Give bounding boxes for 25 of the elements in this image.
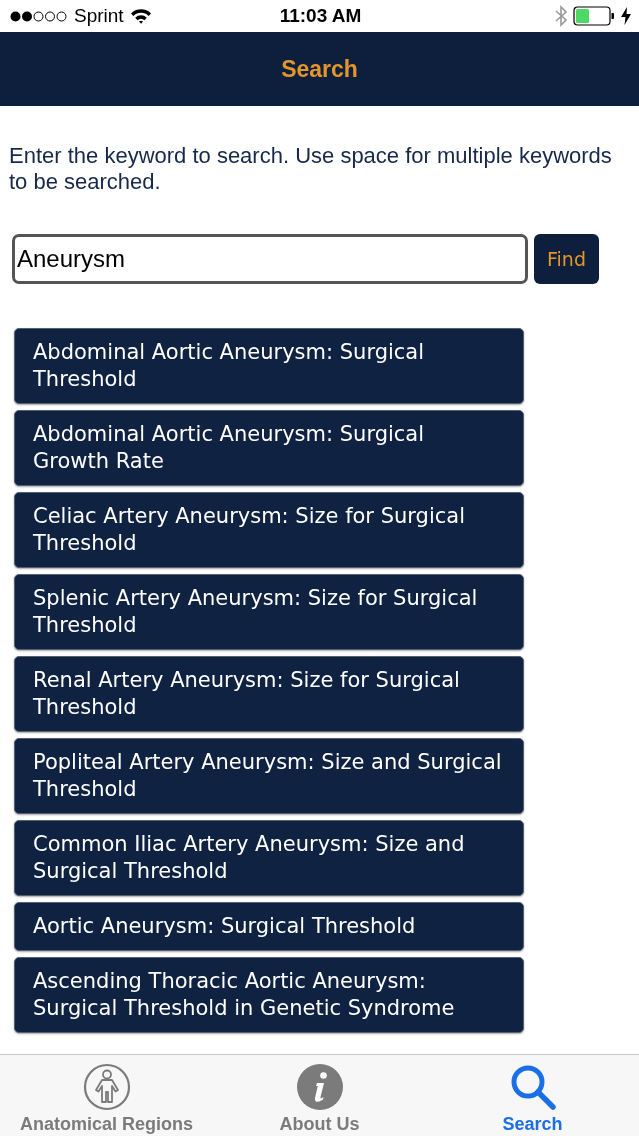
find-button[interactable]: Find <box>534 234 599 284</box>
result-item[interactable]: Ascending Thoracic Aortic Aneurysm: Surgical Threshold in Genetic Syndrome <box>14 957 524 1033</box>
result-item[interactable]: Abdominal Aortic Aneurysm: Surgical Threshold <box>14 328 524 404</box>
result-item[interactable]: Splenic Artery Aneurysm: Size for Surgical Threshold <box>14 574 524 650</box>
result-item[interactable]: Popliteal Artery Aneurysm: Size and Surgical Threshold <box>14 738 524 814</box>
tab[interactable]: Anatomical Regions <box>0 1055 213 1136</box>
search-field[interactable]: Aneurysm <box>12 234 528 284</box>
tab[interactable]: Search <box>426 1055 639 1136</box>
wifi-icon <box>129 8 152 24</box>
result-item[interactable]: Renal Artery Aneurysm: Size for Surgical Threshold <box>14 656 524 732</box>
charging-bolt-icon <box>621 7 631 25</box>
result-item[interactable]: Aortic Aneurysm: Surgical Threshold <box>14 902 524 951</box>
status-time: 11:03 AM <box>279 3 362 28</box>
result-item[interactable]: Abdominal Aortic Aneurysm: Surgical Growth Rate <box>14 410 524 486</box>
battery-icon <box>573 6 615 26</box>
tab[interactable]: About Us <box>213 1055 426 1136</box>
result-item[interactable]: Common Iliac Artery Aneurysm: Size and Surgical Threshold <box>14 820 524 896</box>
signal-strength-icon <box>10 10 68 22</box>
page-title: Search <box>281 54 358 84</box>
bluetooth-icon <box>555 5 567 27</box>
result-item[interactable]: Celiac Artery Aneurysm: Size for Surgical Threshold <box>14 492 524 568</box>
instruction-text: Enter the keyword to search. Use space for multiple keywords to be searched. <box>9 143 613 195</box>
carrier-name: Sprint <box>74 3 124 28</box>
person-icon <box>82 1063 131 1111</box>
info-icon <box>295 1063 344 1111</box>
